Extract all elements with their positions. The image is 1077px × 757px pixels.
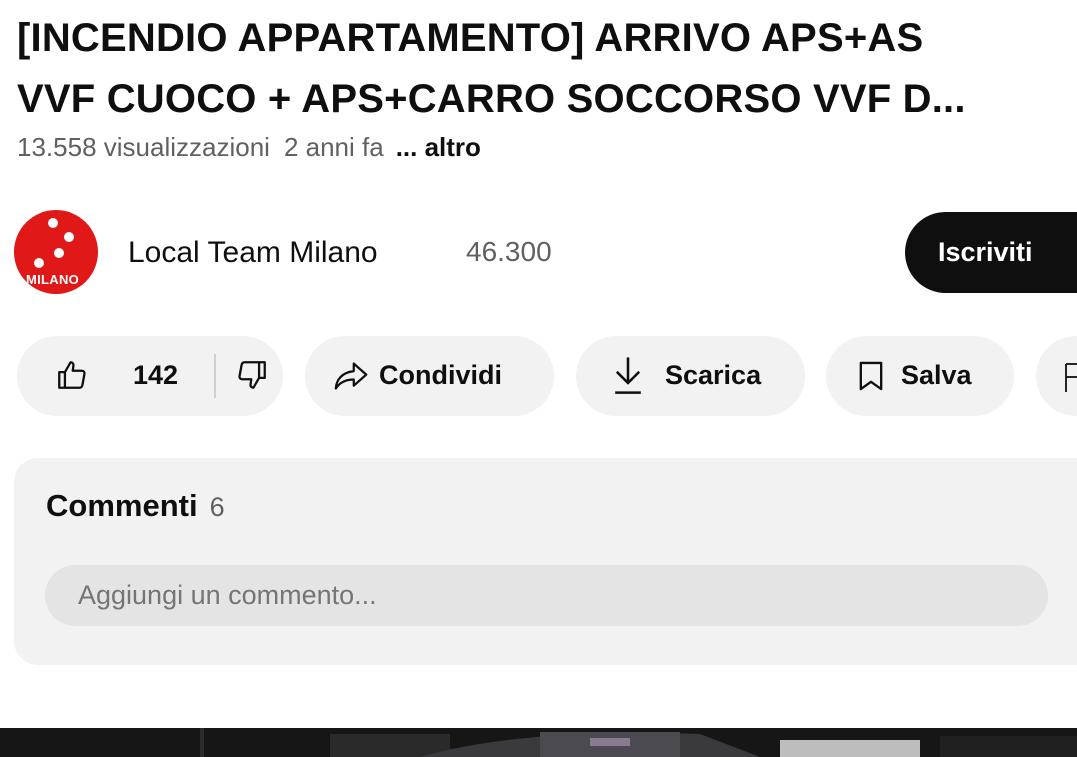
save-button[interactable]: Salva — [826, 336, 1014, 416]
download-icon — [612, 354, 644, 396]
avatar-dot — [64, 232, 74, 242]
video-title: [INCENDIO APPARTAMENTO] ARRIVO APS+AS VV… — [17, 8, 1077, 130]
download-button[interactable]: Scarica — [576, 336, 805, 416]
video-thumbnail-strip[interactable] — [0, 728, 1077, 757]
comments-section[interactable]: Commenti 6 — [14, 458, 1077, 665]
add-comment-input[interactable] — [45, 565, 1048, 626]
avatar-logo-text: MILANO — [26, 272, 80, 287]
video-metadata[interactable]: 13.558 visualizzazioni 2 anni fa ... altro — [17, 132, 481, 163]
clip-icon — [1036, 360, 1077, 394]
upload-age: 2 anni fa — [283, 132, 384, 162]
channel-name[interactable]: Local Team Milano — [128, 236, 378, 270]
bookmark-icon — [857, 360, 885, 392]
channel-avatar[interactable]: MILANO — [14, 210, 98, 294]
thumbs-up-icon[interactable] — [55, 358, 89, 392]
subscribe-button[interactable]: Iscriviti — [905, 212, 1077, 293]
subscriber-count: 46.300 — [466, 236, 552, 267]
like-divider — [214, 354, 216, 398]
share-button[interactable]: Condividi — [305, 336, 554, 416]
avatar-dot — [34, 258, 44, 268]
share-arrow-icon — [333, 360, 369, 392]
video-title-line-1: [INCENDIO APPARTAMENTO] ARRIVO APS+AS — [17, 16, 924, 60]
like-dislike-group: 142 — [17, 336, 283, 416]
avatar-dot — [48, 218, 58, 228]
download-label: Scarica — [665, 360, 762, 390]
more-description-link[interactable]: ... altro — [396, 132, 481, 162]
comments-title: Commenti — [46, 488, 198, 523]
view-count: 13.558 visualizzazioni — [17, 132, 270, 162]
clip-button[interactable] — [1036, 336, 1077, 416]
comments-heading: Commenti 6 — [46, 488, 225, 524]
comments-count: 6 — [209, 492, 225, 522]
video-title-line-2: VVF CUOCO + APS+CARRO SOCCORSO VVF D... — [17, 77, 966, 121]
thumbs-down-icon[interactable] — [235, 358, 269, 392]
save-label: Salva — [901, 360, 972, 390]
share-label: Condividi — [379, 360, 502, 390]
like-count[interactable]: 142 — [133, 360, 178, 391]
avatar-dot — [54, 248, 64, 258]
